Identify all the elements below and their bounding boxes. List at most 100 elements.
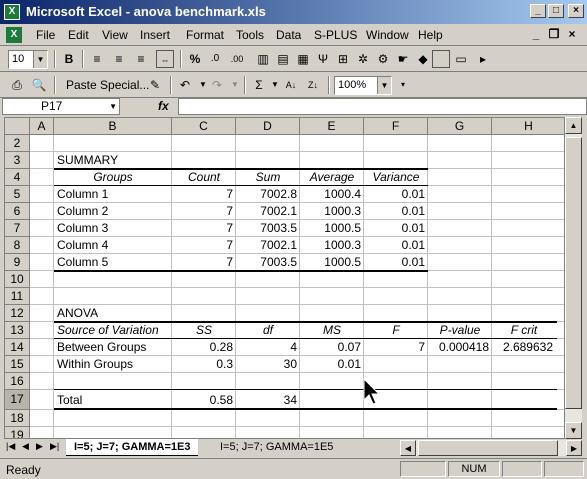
anova-header-fcrit[interactable]: F crit [492, 322, 556, 339]
summary-header-count[interactable]: Count [172, 169, 236, 186]
table-cell[interactable]: 2.689632 [492, 339, 556, 356]
table-row-label[interactable]: Column 4 [54, 237, 108, 254]
table-cell[interactable]: 7002.1 [236, 203, 300, 220]
column-header-a[interactable]: A [30, 118, 54, 135]
anova-header-source[interactable]: Source of Variation [54, 322, 159, 339]
table-cell[interactable]: 0.58 [172, 392, 236, 409]
row-header[interactable]: 13 [5, 322, 30, 339]
anova-header-ms[interactable]: MS [300, 322, 364, 339]
sheet-tab-active[interactable]: I=5; J=7; GAMMA=1E3 [66, 439, 199, 456]
first-sheet-icon[interactable]: |◀ [6, 441, 15, 452]
format-painter-icon[interactable]: ✎ [146, 76, 164, 94]
fork-icon[interactable]: Ψ [314, 50, 332, 68]
table-cell[interactable]: 7002.1 [236, 237, 300, 254]
table-cell[interactable]: 1000.3 [300, 237, 364, 254]
row-header[interactable]: 8 [5, 237, 30, 254]
row-header[interactable]: 4 [5, 169, 30, 186]
workbook-icon[interactable]: X [6, 27, 22, 43]
menu-file[interactable]: File [36, 28, 55, 42]
table-row-label[interactable]: Column 2 [54, 203, 108, 220]
chevron-down-icon[interactable]: ▼ [33, 51, 47, 68]
horizontal-scrollbar[interactable]: ◀ ▶ [400, 440, 582, 456]
align-left-icon[interactable]: ≡ [88, 50, 106, 68]
row-header[interactable]: 15 [5, 356, 30, 373]
network-icon[interactable]: ✲ [354, 50, 372, 68]
table-cell[interactable]: 30 [236, 356, 300, 373]
align-right-icon[interactable]: ≡ [132, 50, 150, 68]
row-header[interactable]: 3 [5, 152, 30, 169]
anova-header-df[interactable]: df [236, 322, 300, 339]
scroll-thumb[interactable] [565, 137, 582, 409]
column-header-d[interactable]: D [236, 118, 300, 135]
anova-title[interactable]: ANOVA [54, 305, 98, 322]
anova-header-pvalue[interactable]: P-value [428, 322, 492, 339]
next-sheet-icon[interactable]: ▶ [36, 441, 43, 452]
table-cell[interactable]: 0.01 [364, 186, 428, 203]
anova-header-ss[interactable]: SS [172, 322, 236, 339]
print-icon[interactable]: ⎙ [8, 76, 26, 94]
scroll-right-icon[interactable]: ▶ [566, 440, 582, 456]
table-cell[interactable]: 7003.5 [236, 254, 300, 271]
table-cell[interactable]: 1000.5 [300, 254, 364, 271]
summary-header-average[interactable]: Average [300, 169, 364, 186]
table-cell[interactable]: 0.01 [364, 220, 428, 237]
row-header[interactable]: 5 [5, 186, 30, 203]
zoom-select[interactable]: 100% ▼ [334, 76, 392, 95]
menu-insert[interactable]: Insert [140, 28, 170, 42]
anova-header-f[interactable]: F [364, 322, 428, 339]
align-center-icon[interactable]: ≡ [110, 50, 128, 68]
mdi-minimize-icon[interactable]: _ [527, 27, 545, 41]
maximize-button[interactable]: □ [548, 4, 564, 18]
select-all-corner[interactable] [5, 118, 30, 135]
toolbar-options-icon[interactable]: ▾ [394, 76, 412, 94]
font-size-select[interactable]: 10 ▼ [8, 50, 48, 69]
table-row-label[interactable]: Column 3 [54, 220, 108, 237]
column-header-c[interactable]: C [172, 118, 236, 135]
summary-header-variance[interactable]: Variance [364, 169, 428, 186]
table-cell[interactable]: 7 [172, 237, 236, 254]
bold-icon[interactable]: B [60, 50, 78, 68]
last-sheet-icon[interactable]: ▶| [50, 441, 59, 452]
diamond-icon[interactable]: ◆ [414, 50, 432, 68]
row-header[interactable]: 11 [5, 288, 30, 305]
menu-data[interactable]: Data [276, 28, 301, 42]
row-header[interactable]: 2 [5, 135, 30, 152]
row-header-selected[interactable]: 17 [5, 390, 30, 410]
table-cell[interactable]: 7 [172, 203, 236, 220]
table-cell[interactable]: 1000.3 [300, 203, 364, 220]
tree-icon[interactable]: ⊞ [334, 50, 352, 68]
column-header-f[interactable]: F [364, 118, 428, 135]
chevron-down-icon[interactable]: ▼ [109, 99, 117, 114]
summary-title[interactable]: SUMMARY [54, 152, 118, 169]
chevron-down-icon[interactable]: ▼ [377, 77, 391, 94]
column-header-g[interactable]: G [428, 118, 492, 135]
table-cell[interactable]: 0.07 [300, 339, 364, 356]
menu-tools[interactable]: Tools [236, 28, 264, 42]
menu-edit[interactable]: Edit [68, 28, 89, 42]
vertical-scrollbar[interactable]: ▲ ▼ [565, 117, 582, 439]
table-cell[interactable]: 1000.5 [300, 220, 364, 237]
spreadsheet-grid[interactable]: A B C D E F G H 2 3 4 5 6 7 8 9 10 11 12… [4, 117, 565, 439]
insert-function-icon[interactable]: fx [158, 99, 169, 113]
prev-sheet-icon[interactable]: ◀ [22, 441, 29, 452]
table-row-label[interactable]: Total [54, 392, 82, 409]
minimize-button[interactable]: _ [530, 4, 546, 18]
table-cell[interactable]: 0.3 [172, 356, 236, 373]
scroll-down-icon[interactable]: ▼ [565, 422, 582, 439]
increase-decimal-icon[interactable]: .0 [206, 50, 224, 68]
table-row-label[interactable]: Column 5 [54, 254, 108, 271]
chart-icon-2[interactable]: ▤ [274, 50, 292, 68]
table-cell[interactable]: 34 [236, 392, 300, 409]
summary-header-sum[interactable]: Sum [236, 169, 300, 186]
scroll-up-icon[interactable]: ▲ [565, 117, 582, 134]
close-button[interactable]: × [568, 4, 584, 18]
percent-style-icon[interactable]: % [186, 50, 204, 68]
menu-help[interactable]: Help [418, 28, 443, 42]
menu-window[interactable]: Window [366, 28, 409, 42]
sort-descending-icon[interactable]: Z↓ [304, 76, 322, 94]
row-header[interactable]: 10 [5, 271, 30, 288]
table-cell[interactable]: 0.01 [364, 237, 428, 254]
mdi-restore-icon[interactable]: ❐ [545, 27, 563, 41]
row-header[interactable]: 16 [5, 373, 30, 390]
paste-special-button[interactable]: Paste Special... [66, 78, 149, 92]
